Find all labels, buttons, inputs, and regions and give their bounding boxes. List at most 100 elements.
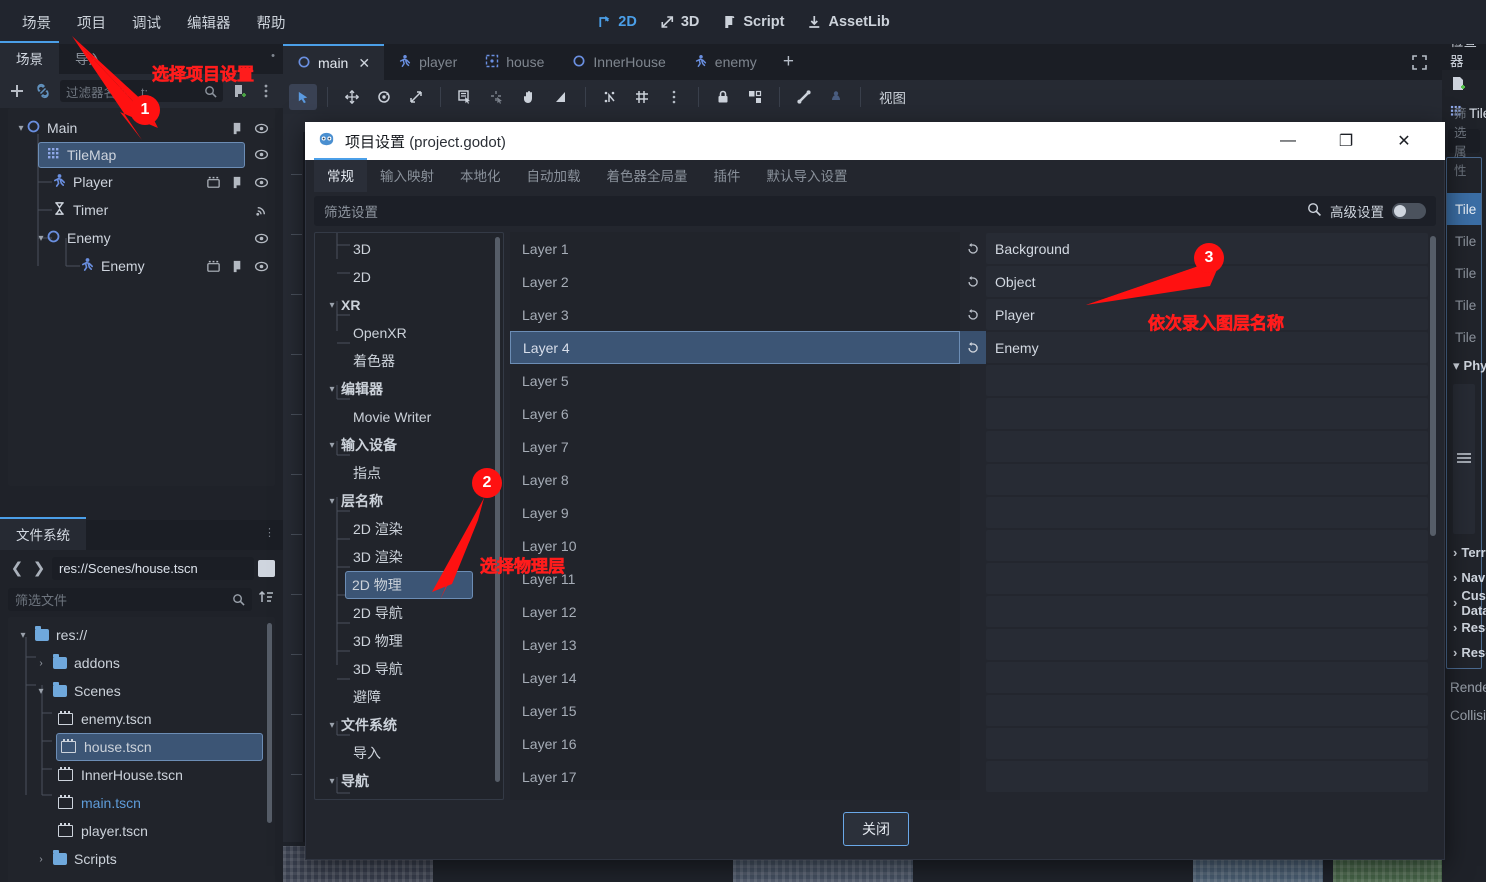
move-tool-button[interactable] (338, 84, 366, 110)
anim-icon[interactable] (206, 175, 221, 190)
advanced-settings-toggle[interactable] (1392, 203, 1426, 219)
layer-value-input[interactable] (986, 464, 1428, 495)
menu-help[interactable]: 帮助 (245, 8, 298, 37)
settings-group-filesystem[interactable]: ▾ 文件系统 (315, 711, 503, 739)
section-resource-1[interactable]: › Resource (1447, 615, 1486, 640)
chevron-down-icon[interactable]: ▾ (327, 496, 337, 507)
scene-tab-player[interactable]: player (384, 44, 471, 80)
chevron-down-icon[interactable]: ▾ (36, 686, 46, 697)
signal-icon[interactable] (254, 203, 269, 218)
layer-value-row[interactable] (960, 496, 1438, 529)
scene-tree[interactable]: ▾ Main TileMap Player Timer ▾ Enemy Enem… (8, 108, 275, 486)
fs-row-enemy-tscn[interactable]: enemy.tscn (8, 705, 275, 733)
toggle-split-mode-icon[interactable] (258, 559, 275, 577)
settings-item-3d[interactable]: 3D (315, 235, 503, 263)
tab-scene[interactable]: 场景 (0, 41, 59, 74)
layer-value-row[interactable] (960, 661, 1438, 694)
settings-item-movie-writer[interactable]: Movie Writer (315, 403, 503, 431)
filesystem-tree[interactable]: ▾ res:// › addons ▾ Scenes enemy.tscn ho… (8, 617, 275, 882)
tile-row[interactable]: Tile (1447, 321, 1481, 353)
bone-button[interactable] (790, 84, 818, 110)
ps-tab-import-defaults[interactable]: 默认导入设置 (754, 160, 861, 192)
layer-row[interactable]: Layer 3 (510, 298, 960, 331)
ruler-tool-button[interactable] (547, 84, 575, 110)
maximize-icon[interactable]: ❐ (1317, 122, 1375, 160)
scene-tab-enemy[interactable]: enemy (680, 44, 771, 80)
tile-row[interactable]: Tile (1447, 257, 1481, 289)
layer-value-input[interactable] (986, 662, 1428, 693)
ps-tab-general[interactable]: 常规 (314, 158, 367, 192)
tile-row[interactable]: Tile (1447, 289, 1481, 321)
layer-value-input[interactable] (986, 695, 1428, 726)
eye-icon[interactable] (254, 259, 269, 274)
chevron-down-icon[interactable]: ▾ (327, 776, 337, 787)
menu-debug[interactable]: 调试 (120, 8, 173, 37)
close-icon[interactable]: ✕ (358, 55, 370, 72)
settings-item-openxr[interactable]: OpenXR (315, 319, 503, 347)
eye-icon[interactable] (254, 121, 269, 136)
revert-icon[interactable] (960, 331, 986, 364)
settings-item-3d-navigation[interactable]: 3D 导航 (315, 655, 503, 683)
settings-filter-input[interactable]: 筛选设置 (324, 201, 1299, 221)
tree-node-player[interactable]: Player (8, 168, 275, 196)
forward-icon[interactable]: ❯ (30, 559, 48, 577)
layer-value-row[interactable] (960, 529, 1438, 562)
smart-snap-button[interactable] (596, 84, 624, 110)
anim-icon[interactable] (206, 259, 221, 274)
scene-tab-innerhouse[interactable]: InnerHouse (558, 44, 679, 80)
tileset-preview-box[interactable] (1453, 384, 1475, 534)
close-button[interactable]: 关闭 (843, 812, 909, 846)
new-resource-icon[interactable] (1450, 75, 1467, 95)
layer-row[interactable]: Layer 1 (510, 232, 960, 265)
inspector-footer-rendering[interactable]: Rendering (1442, 673, 1486, 701)
instance-scene-icon[interactable] (34, 82, 52, 100)
view-menu-button[interactable]: 视图 (871, 87, 914, 107)
back-icon[interactable]: ❮ (8, 559, 26, 577)
lock-button[interactable] (709, 84, 737, 110)
list-select-button[interactable] (451, 84, 479, 110)
settings-group-xr[interactable]: ▾ XR (315, 291, 503, 319)
layer-value-input[interactable] (986, 629, 1428, 660)
layer-row[interactable]: Layer 6 (510, 397, 960, 430)
layer-value-row[interactable] (960, 628, 1438, 661)
new-scene-button[interactable]: + (771, 44, 806, 80)
layer-value-input[interactable] (986, 728, 1428, 759)
layer-value-row[interactable] (960, 364, 1438, 397)
layer-row[interactable]: Layer 13 (510, 628, 960, 661)
layer-value-row[interactable] (960, 397, 1438, 430)
tile-row[interactable]: Tile (1447, 193, 1481, 225)
tree-node-timer[interactable]: Timer (8, 196, 275, 224)
fs-row-house-tscn[interactable]: house.tscn (56, 733, 263, 761)
settings-item-shader[interactable]: 着色器 (315, 347, 503, 375)
fs-row-res[interactable]: ▾ res:// (8, 621, 275, 649)
snap-options-button[interactable] (660, 84, 688, 110)
inspector-filter-input[interactable]: 筛选属性 (1448, 107, 1480, 178)
layer-value-row[interactable] (960, 562, 1438, 595)
ps-tab-plugins[interactable]: 插件 (701, 160, 754, 192)
chevron-down-icon[interactable]: ▾ (327, 300, 337, 311)
chevron-down-icon[interactable]: ▾ (327, 384, 337, 395)
ps-tab-autoload[interactable]: 自动加载 (514, 160, 594, 192)
layer-value-input[interactable]: Enemy (986, 332, 1428, 363)
layer-row[interactable]: Layer 9 (510, 496, 960, 529)
eye-icon[interactable] (254, 147, 269, 162)
layer-value-row[interactable] (960, 463, 1438, 496)
layer-row[interactable]: Layer 2 (510, 265, 960, 298)
settings-group-input-devices[interactable]: ▾ 输入设备 (315, 431, 503, 459)
scale-tool-button[interactable] (402, 84, 430, 110)
fs-row-scenes[interactable]: ▾ Scenes (8, 677, 275, 705)
dock-options-icon[interactable]: • (271, 50, 275, 62)
settings-category-tree[interactable]: 3D 2D ▾ XR OpenXR 着色器 ▾ 编辑器 Movie Writer… (314, 232, 504, 800)
layer-value-input[interactable] (986, 365, 1428, 396)
settings-item-2d-navigation[interactable]: 2D 导航 (315, 599, 503, 627)
tab-filesystem[interactable]: 文件系统 (0, 517, 86, 550)
section-terrains[interactable]: › Terrains (1447, 540, 1486, 565)
layer-row[interactable]: Layer 10 (510, 529, 960, 562)
inspector-footer-collision[interactable]: Collision (1442, 701, 1486, 729)
fs-row-innerhouse-tscn[interactable]: InnerHouse.tscn (8, 761, 275, 789)
rotate-tool-button[interactable] (370, 84, 398, 110)
ps-tab-localization[interactable]: 本地化 (447, 160, 514, 192)
layer-row[interactable]: Layer 14 (510, 661, 960, 694)
revert-icon[interactable] (960, 242, 986, 256)
layer-value-input[interactable] (986, 431, 1428, 462)
